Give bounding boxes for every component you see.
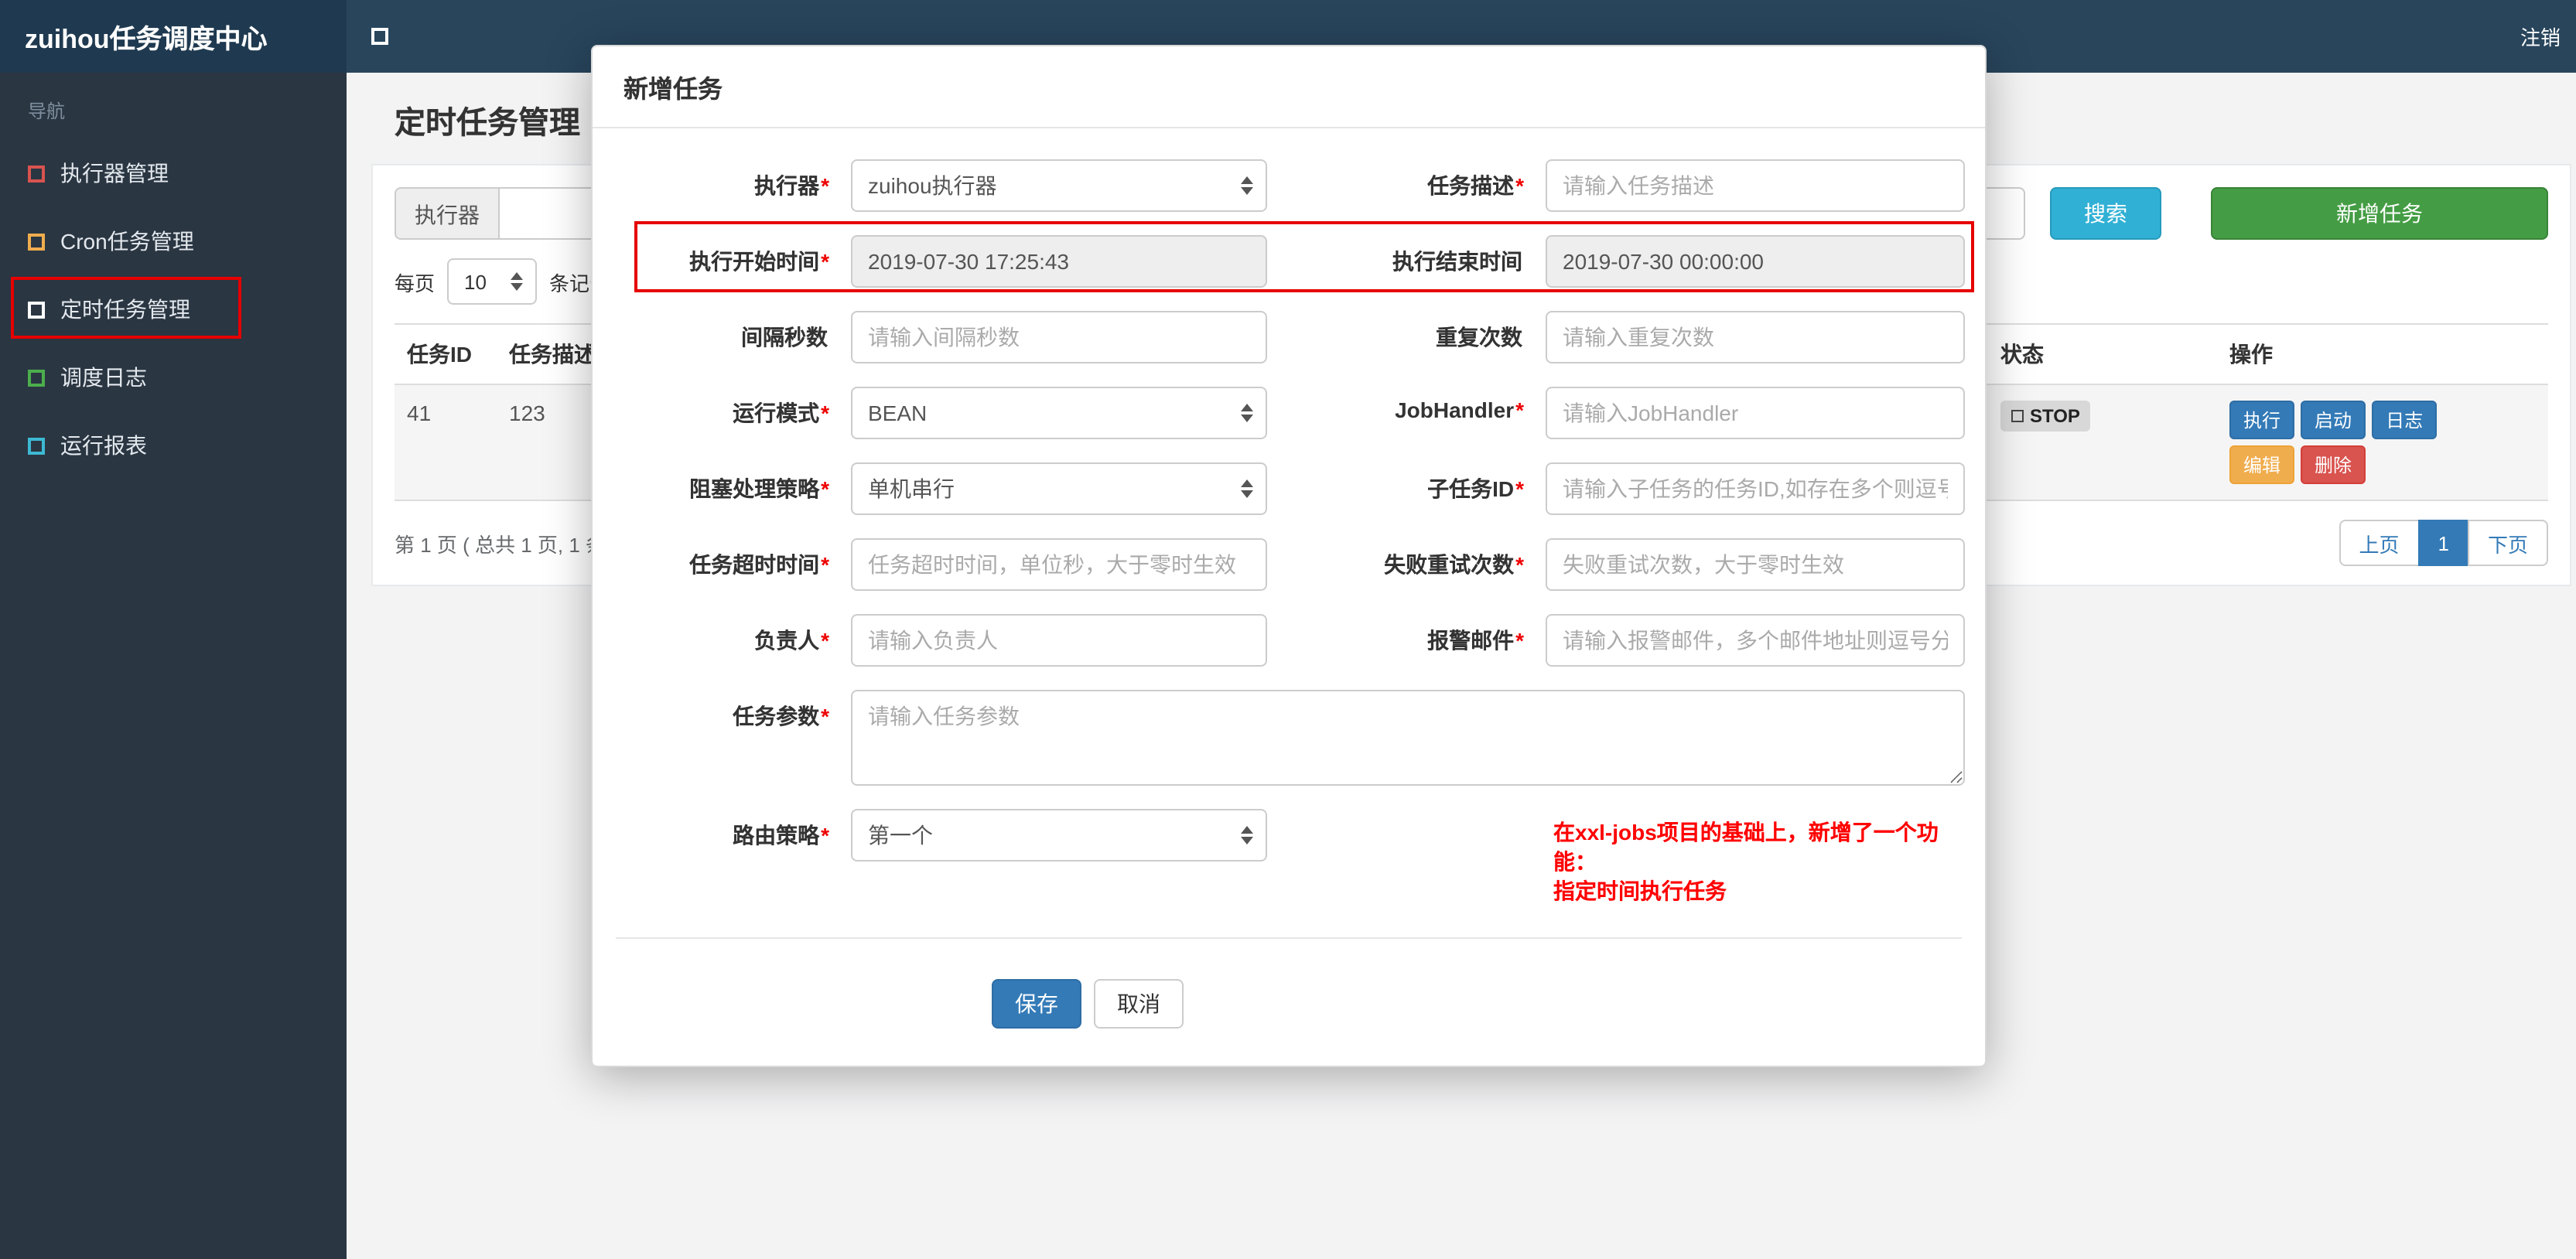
pagination-controls: 上页 1 下页	[2339, 520, 2548, 566]
child-job-id-input[interactable]	[1546, 462, 1965, 515]
job-param-textarea[interactable]	[851, 690, 1965, 786]
header-job-id: 任务ID	[395, 324, 497, 385]
edit-button[interactable]: 编辑	[2229, 445, 2295, 484]
route-strategy-label: 路由策略 *	[733, 823, 829, 848]
sidebar-item-cron-task[interactable]: Cron任务管理	[0, 207, 347, 275]
menu-toggle-icon[interactable]	[371, 28, 388, 45]
end-time-label: 执行结束时间	[1392, 249, 1522, 274]
executor-filter-addon: 执行器	[395, 187, 498, 240]
cell-status: STOP	[1988, 384, 2217, 501]
job-param-label: 任务参数 *	[733, 704, 829, 728]
feature-note-line1: 在xxl-jobs项目的基础上，新增了一个功能：	[1553, 820, 1939, 874]
child-job-id-label: 子任务ID *	[1427, 476, 1524, 501]
sidebar-item-dispatch-log[interactable]: 调度日志	[0, 343, 347, 411]
select-caret-icon	[1241, 479, 1253, 498]
sidebar-item-label: 调度日志	[60, 365, 147, 390]
executor-select-value: zuihou执行器	[868, 173, 997, 198]
logout-link[interactable]: 注销	[2505, 0, 2576, 73]
cell-operations: 执行 启动 日志 编辑 删除	[2217, 384, 2548, 501]
job-desc-label: 任务描述 *	[1427, 173, 1524, 198]
modal-title: 新增任务	[624, 77, 723, 104]
execute-button[interactable]: 执行	[2229, 401, 2295, 439]
select-caret-icon	[1241, 404, 1253, 422]
cell-job-id: 41	[395, 384, 497, 501]
orange-square-icon	[28, 233, 45, 250]
block-strategy-label: 阻塞处理策略 *	[689, 476, 829, 501]
per-page-select[interactable]: 10	[447, 258, 538, 305]
fail-retry-label: 失败重试次数 *	[1384, 552, 1524, 577]
block-strategy-select[interactable]: 单机串行	[851, 462, 1267, 515]
start-time-label: 执行开始时间 *	[689, 249, 829, 274]
sidebar-nav-label: 导航	[28, 101, 66, 122]
sidebar-item-executor-manage[interactable]: 执行器管理	[0, 139, 347, 207]
sidebar: 导航 执行器管理 Cron任务管理 定时任务管理 调度日志 运行报表	[0, 73, 347, 1259]
status-badge: STOP	[2000, 401, 2091, 432]
repeat-count-input[interactable]	[1546, 311, 1965, 363]
block-strategy-select-value: 单机串行	[868, 476, 955, 501]
modal-body: 执行器* zuihou执行器 任务描述* 执行开始时间*	[593, 128, 1985, 1066]
app-root: zuihou任务调度中心 注销 导航 执行器管理 Cron任务管理 定时任务管理…	[0, 0, 2576, 1259]
select-caret-icon	[1241, 176, 1253, 195]
modal-footer: 保存 取消	[616, 939, 1962, 1066]
executor-select[interactable]: zuihou执行器	[851, 159, 1267, 212]
header-operations: 操作	[2217, 324, 2548, 385]
feature-note-line2: 指定时间执行任务	[1553, 879, 1727, 903]
sidebar-item-label: 执行器管理	[60, 161, 169, 186]
per-page-value: 10	[464, 270, 487, 293]
fail-retry-input[interactable]	[1546, 538, 1965, 591]
brand-title: zuihou任务调度中心	[0, 0, 347, 73]
per-page-prefix: 每页	[395, 271, 436, 295]
red-square-icon	[28, 165, 45, 182]
action-buttons: 执行 启动 日志 编辑 删除	[2229, 401, 2446, 484]
timeout-input[interactable]	[851, 538, 1267, 591]
prev-page-button[interactable]: 上页	[2339, 520, 2420, 566]
save-button[interactable]: 保存	[992, 979, 1081, 1029]
green-square-icon	[28, 369, 45, 386]
status-text: STOP	[2030, 405, 2080, 427]
add-task-modal: 新增任务 执行器 * zuihou执行器 任务描述 * 请输入任务描述 执行开始…	[591, 45, 1987, 1067]
sidebar-item-label: Cron任务管理	[60, 229, 194, 254]
start-time-input[interactable]	[851, 235, 1267, 288]
header-status: 状态	[1988, 324, 2217, 385]
run-mode-select-value: BEAN	[868, 401, 928, 425]
start-button[interactable]: 启动	[2301, 401, 2366, 439]
job-desc-input[interactable]	[1546, 159, 1965, 212]
add-task-button[interactable]: 新增任务	[2211, 187, 2548, 240]
sidebar-item-scheduled-task[interactable]: 定时任务管理	[0, 275, 347, 343]
jobhandler-input[interactable]	[1546, 387, 1965, 439]
sidebar-item-label: 定时任务管理	[60, 297, 190, 322]
search-button[interactable]: 搜索	[2050, 187, 2161, 240]
owner-input[interactable]	[851, 614, 1267, 667]
owner-label: 负责人 *	[754, 628, 829, 653]
sidebar-item-label: 运行报表	[60, 433, 147, 458]
executor-label: 执行器 *	[754, 173, 829, 198]
square-icon	[2011, 410, 2024, 422]
repeat-count-label: 重复次数	[1436, 325, 1522, 350]
route-strategy-select-value: 第一个	[868, 823, 933, 848]
delete-button[interactable]: 删除	[2301, 445, 2366, 484]
white-square-icon	[28, 301, 45, 318]
alarm-email-input[interactable]	[1546, 614, 1965, 667]
page-1-button[interactable]: 1	[2417, 520, 2469, 566]
end-time-input[interactable]	[1546, 235, 1965, 288]
jobhandler-label: JobHandler *	[1395, 397, 1524, 422]
select-caret-icon	[1241, 826, 1253, 844]
next-page-button[interactable]: 下页	[2467, 520, 2548, 566]
run-mode-label: 运行模式 *	[733, 401, 829, 425]
alarm-email-label: 报警邮件 *	[1427, 628, 1524, 653]
cancel-button[interactable]: 取消	[1094, 979, 1184, 1029]
log-button[interactable]: 日志	[2372, 401, 2438, 439]
select-caret-icon	[511, 272, 524, 291]
interval-label: 间隔秒数	[741, 325, 828, 350]
sidebar-item-run-report[interactable]: 运行报表	[0, 411, 347, 479]
interval-input[interactable]	[851, 311, 1267, 363]
cyan-square-icon	[28, 437, 45, 454]
modal-header: 新增任务	[593, 46, 1985, 128]
feature-note: 在xxl-jobs项目的基础上，新增了一个功能： 指定时间执行任务	[1553, 809, 1962, 906]
route-strategy-select[interactable]: 第一个	[851, 809, 1267, 862]
run-mode-select[interactable]: BEAN	[851, 387, 1267, 439]
timeout-label: 任务超时时间 *	[689, 552, 829, 577]
